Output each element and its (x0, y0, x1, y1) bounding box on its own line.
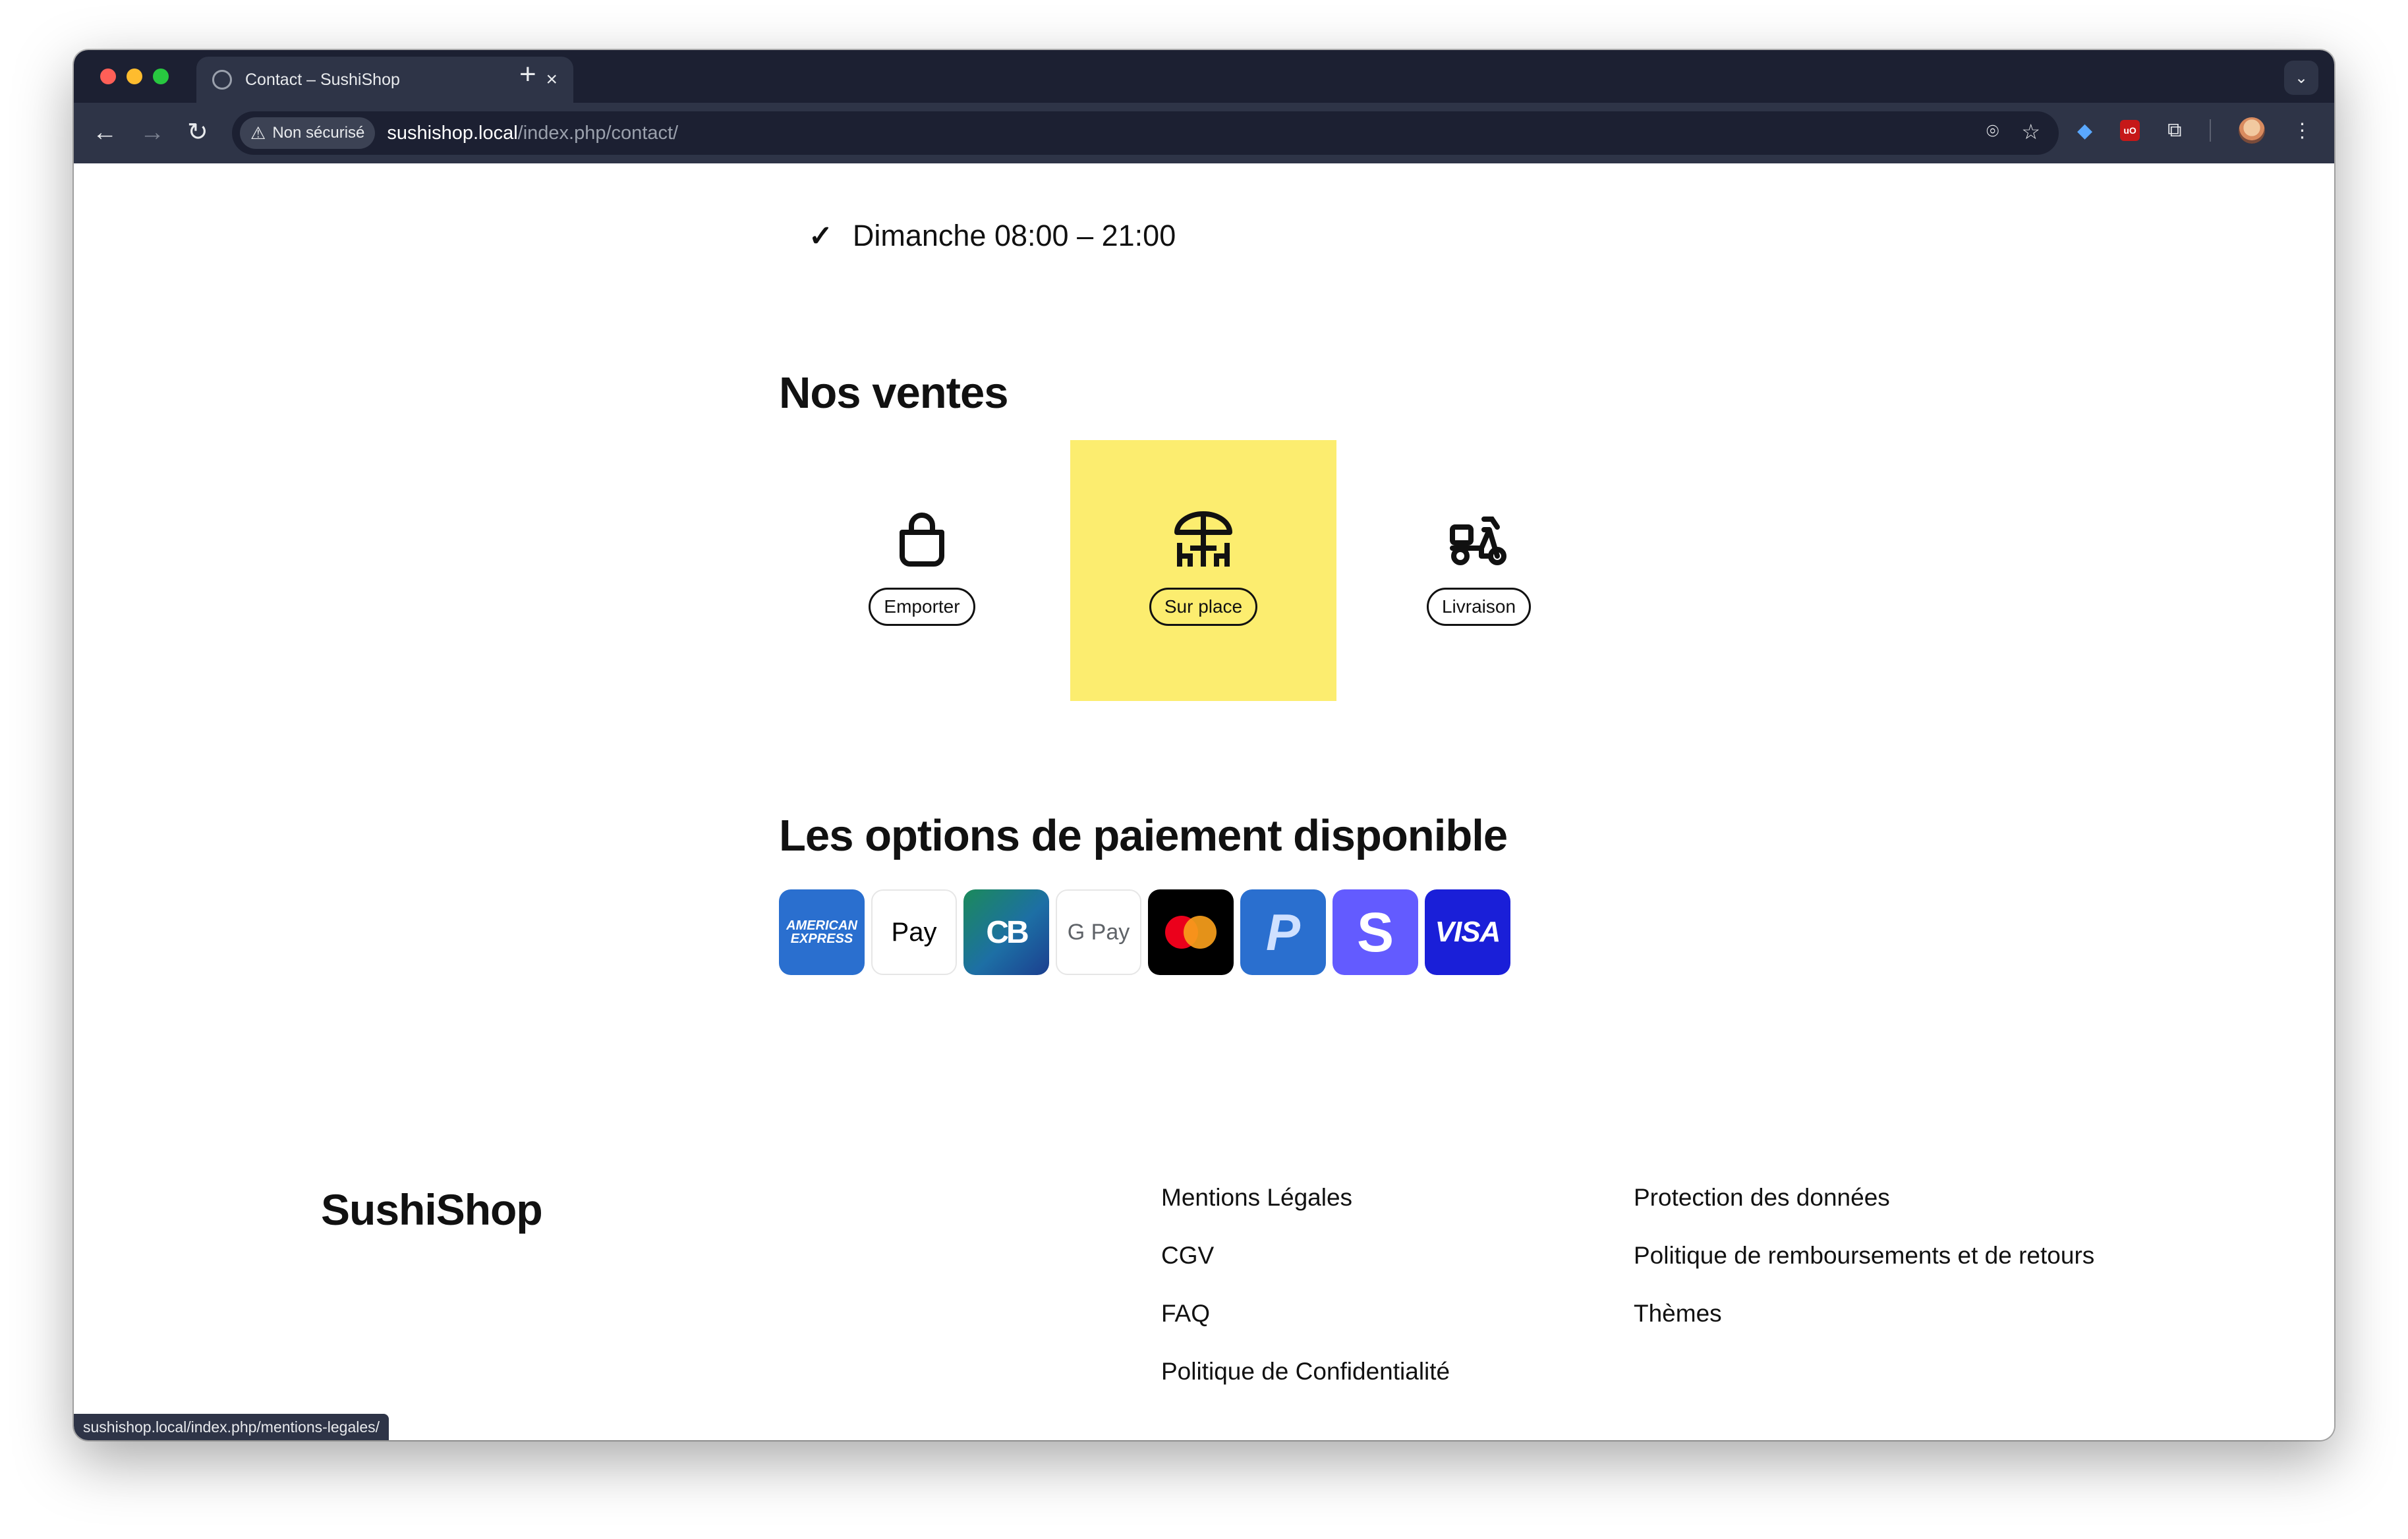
footer-link-remboursements[interactable]: Politique de remboursements et de retour… (1634, 1243, 2094, 1269)
sale-label: Emporter (869, 588, 975, 626)
url-host: sushishop.local (387, 122, 518, 144)
google-pay-logo-icon: G Pay (1056, 889, 1141, 975)
sale-option-livraison[interactable]: Livraison (1346, 440, 1612, 701)
stripe-logo-icon: S (1333, 889, 1418, 975)
tab-title: Contact – SushiShop (245, 70, 400, 89)
footer-link-mentions-legales[interactable]: Mentions Légales (1161, 1185, 1450, 1211)
visa-logo-icon: VISA (1425, 889, 1510, 975)
minimize-window-button[interactable] (127, 69, 142, 84)
sale-label: Sur place (1149, 588, 1258, 626)
address-bar[interactable]: ⚠ Non sécurisé sushishop.local/index.php… (232, 111, 2059, 155)
browser-window: Contact – SushiShop × + ⌄ ← → ↻ ⚠ Non sé… (74, 50, 2334, 1440)
extensions-area: ◆ uO ⧉ ⋮ (2077, 117, 2312, 144)
back-button[interactable]: ← (92, 117, 117, 148)
tab-bar: Contact – SushiShop × + ⌄ (74, 50, 2334, 103)
payment-methods: AMERICAN EXPRESS Pay CB G Pay P S VISA (779, 889, 1510, 975)
footer-link-faq[interactable]: FAQ (1161, 1301, 1450, 1327)
security-label: Non sécurisé (272, 124, 365, 142)
new-tab-button[interactable]: + (519, 58, 536, 91)
table-umbrella-icon (1174, 511, 1232, 567)
browser-toolbar: ← → ↻ ⚠ Non sécurisé sushishop.local/ind… (74, 103, 2334, 163)
link-status-bubble: sushishop.local/index.php/mentions-legal… (74, 1414, 389, 1440)
hours-text: Dimanche 08:00 – 21:00 (852, 219, 1176, 252)
footer-brand[interactable]: SushiShop (321, 1185, 543, 1235)
reload-button[interactable]: ↻ (187, 117, 208, 148)
maximize-window-button[interactable] (153, 69, 169, 84)
tab-search-button[interactable]: ⌄ (2284, 61, 2318, 95)
puzzle-extensions-icon[interactable]: ⧉ (2167, 119, 2181, 142)
sale-label: Livraison (1426, 588, 1532, 626)
tab-close-icon[interactable]: × (546, 69, 558, 91)
checkmark-icon: ✓ (809, 219, 833, 252)
bookmark-star-icon[interactable]: ☆ (2021, 119, 2040, 144)
favicon-icon (212, 70, 232, 90)
footer-link-protection-donnees[interactable]: Protection des données (1634, 1185, 2094, 1211)
footer-links-column-2: Protection des données Politique de remb… (1634, 1185, 2094, 1327)
sale-option-sur-place[interactable]: Sur place (1070, 440, 1336, 701)
mastercard-logo-icon (1148, 889, 1234, 975)
carte-bancaire-logo-icon: CB (963, 889, 1049, 975)
footer-link-themes[interactable]: Thèmes (1634, 1301, 2094, 1327)
omnibox-actions: ⌾ ☆ (1986, 119, 2040, 144)
page-content: ✓ Dimanche 08:00 – 21:00 Nos ventes Empo… (74, 163, 2334, 1440)
forward-button[interactable]: → (140, 117, 165, 148)
amex-logo-icon: AMERICAN EXPRESS (779, 889, 865, 975)
warning-icon: ⚠ (250, 123, 266, 143)
chevron-down-icon: ⌄ (2294, 69, 2308, 87)
opening-hours-line: ✓ Dimanche 08:00 – 21:00 (809, 219, 1176, 253)
apple-pay-logo-icon: Pay (871, 889, 957, 975)
sale-option-emporter[interactable]: Emporter (789, 440, 1055, 701)
security-chip[interactable]: ⚠ Non sécurisé (240, 117, 376, 149)
kebab-menu-icon[interactable]: ⋮ (2293, 119, 2312, 142)
scooter-icon (1450, 517, 1506, 565)
url-text[interactable]: sushishop.local/index.php/contact/ (387, 123, 678, 144)
profile-avatar[interactable] (2238, 117, 2265, 144)
footer-links-column-1: Mentions Légales CGV FAQ Politique de Co… (1161, 1185, 1450, 1385)
paypal-logo-icon: P (1240, 889, 1326, 975)
location-icon[interactable]: ⌾ (1986, 119, 1999, 144)
footer-link-confidentialite[interactable]: Politique de Confidentialité (1161, 1358, 1450, 1385)
browser-tab[interactable]: Contact – SushiShop × (196, 57, 573, 103)
shopping-bag-icon (900, 513, 944, 567)
close-window-button[interactable] (100, 69, 116, 84)
footer-link-cgv[interactable]: CGV (1161, 1243, 1450, 1269)
gem-extension-icon[interactable]: ◆ (2077, 119, 2092, 142)
url-path: /index.php/contact/ (517, 122, 679, 144)
sales-section-title: Nos ventes (779, 368, 1008, 418)
ublock-extension-icon[interactable]: uO (2120, 120, 2140, 141)
payment-section-title: Les options de paiement disponible (779, 811, 1508, 860)
toolbar-divider (2209, 119, 2211, 142)
mastercard-orange-circle (1184, 916, 1217, 949)
